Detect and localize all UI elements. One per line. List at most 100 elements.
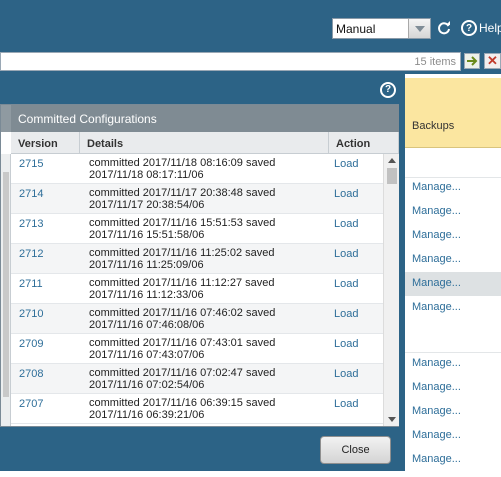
column-header-action[interactable]: Action [329, 132, 399, 154]
manage-link[interactable]: Manage... [412, 205, 461, 217]
manage-link[interactable]: Manage... [412, 301, 461, 313]
scroll-thumb[interactable] [387, 168, 397, 184]
column-header-version[interactable]: Version [11, 132, 80, 154]
divider [405, 177, 501, 178]
load-link[interactable]: Load [334, 398, 358, 410]
details-cell: committed 2017/11/18 08:16:09 saved 2017/… [89, 157, 275, 181]
details-line: committed 2017/11/16 06:39:15 saved [89, 397, 276, 409]
filter-input[interactable]: 15 items [0, 52, 461, 71]
vertical-scrollbar[interactable] [383, 154, 399, 426]
filter-bar: 15 items ✕ [0, 49, 501, 74]
clear-filter-button[interactable]: ✕ [484, 53, 501, 69]
manage-link[interactable]: Manage... [412, 429, 461, 441]
table-row[interactable]: 2712 committed 2017/11/16 11:25:02 saved 2… [11, 244, 383, 274]
version-link[interactable]: 2712 [19, 248, 43, 260]
version-link[interactable]: 2715 [19, 158, 43, 170]
details-line: committed 2017/11/16 11:12:27 saved [89, 277, 275, 289]
refresh-mode-value: Manual [336, 22, 376, 36]
help-icon: ? [461, 20, 477, 36]
table-row[interactable]: 2708 committed 2017/11/16 07:02:47 saved 2… [11, 364, 383, 394]
load-link[interactable]: Load [334, 368, 358, 380]
close-button[interactable]: Close [320, 436, 391, 464]
details-line: 2017/11/16 07:46:08/06 [89, 319, 205, 331]
version-link[interactable]: 2708 [19, 368, 43, 380]
load-link[interactable]: Load [334, 158, 358, 170]
details-line: committed 2017/11/16 15:51:53 saved [89, 217, 276, 229]
backups-column: Backups Manage... Manage... Manage... Ma… [405, 74, 501, 477]
table-row[interactable]: 2707 committed 2017/11/16 06:39:15 saved 2… [11, 394, 383, 424]
details-line: 2017/11/17 20:38:54/06 [89, 199, 205, 211]
details-line: 2017/11/18 08:17:11/06 [89, 169, 204, 181]
chevron-down-icon[interactable] [408, 19, 430, 38]
details-line: 2017/11/16 06:39:21/06 [89, 409, 205, 421]
panel-title: Committed Configurations [11, 105, 399, 132]
table-row[interactable]: 2709 committed 2017/11/16 07:43:01 saved 2… [11, 334, 383, 364]
manage-link[interactable]: Manage... [412, 253, 461, 265]
details-line: committed 2017/11/16 07:43:01 saved [89, 337, 276, 349]
version-link[interactable]: 2714 [19, 188, 43, 200]
committed-configurations-dialog: ? Committed Configurations Version Detai… [0, 74, 405, 471]
panel-left-header [1, 105, 11, 132]
manage-link[interactable]: Manage... [412, 229, 461, 241]
arrow-right-icon [467, 56, 478, 66]
details-cell: committed 2017/11/16 07:02:47 saved 2017/… [89, 367, 275, 391]
details-line: 2017/11/16 07:43:07/06 [89, 349, 205, 361]
details-cell: committed 2017/11/16 07:46:02 saved 2017/… [89, 307, 275, 331]
scroll-down-icon[interactable] [388, 417, 396, 422]
details-line: committed 2017/11/16 07:02:47 saved [89, 367, 276, 379]
details-cell: committed 2017/11/16 06:39:15 saved 2017/… [89, 397, 275, 421]
details-cell: committed 2017/11/17 20:38:48 saved 2017/… [89, 187, 275, 211]
help-icon[interactable]: ? [380, 82, 396, 98]
details-line: committed 2017/11/16 11:25:02 saved [89, 247, 275, 259]
details-cell: committed 2017/11/16 07:43:01 saved 2017/… [89, 337, 275, 361]
version-link[interactable]: 2707 [19, 398, 43, 410]
left-scroll-area [1, 154, 11, 426]
details-cell: committed 2017/11/16 11:25:02 saved 2017/… [89, 247, 275, 271]
details-cell: committed 2017/11/16 15:51:53 saved 2017/… [89, 217, 275, 241]
column-header-details[interactable]: Details [80, 132, 329, 154]
footer-strip [0, 471, 405, 477]
table-row[interactable]: 2715 committed 2017/11/18 08:16:09 saved 2… [11, 154, 383, 184]
load-link[interactable]: Load [334, 218, 358, 230]
version-link[interactable]: 2709 [19, 338, 43, 350]
configurations-panel: Committed Configurations Version Details… [0, 104, 399, 427]
details-line: 2017/11/16 11:25:09/06 [89, 259, 204, 271]
details-cell: committed 2017/11/16 11:12:27 saved 2017/… [89, 277, 275, 301]
load-link[interactable]: Load [334, 188, 358, 200]
divider [405, 352, 501, 353]
help-label: Help [479, 21, 501, 35]
manage-link[interactable]: Manage... [412, 277, 461, 289]
apply-filter-button[interactable] [464, 53, 480, 69]
details-line: 2017/11/16 07:02:54/06 [89, 379, 205, 391]
manage-link[interactable]: Manage... [412, 453, 461, 465]
table-row[interactable]: 2713 committed 2017/11/16 15:51:53 saved 2… [11, 214, 383, 244]
refresh-icon[interactable] [437, 21, 451, 35]
details-line: committed 2017/11/18 08:16:09 saved [89, 157, 276, 169]
load-link[interactable]: Load [334, 278, 358, 290]
manage-link[interactable]: Manage... [412, 357, 461, 369]
details-line: committed 2017/11/16 07:46:02 saved [89, 307, 276, 319]
manage-link[interactable]: Manage... [412, 405, 461, 417]
scroll-up-icon[interactable] [388, 158, 396, 163]
table-row[interactable]: 2714 committed 2017/11/17 20:38:48 saved 2… [11, 184, 383, 214]
load-link[interactable]: Load [334, 248, 358, 260]
details-line: committed 2017/11/17 20:38:48 saved [89, 187, 276, 199]
load-link[interactable]: Load [334, 308, 358, 320]
table-row[interactable]: 2711 committed 2017/11/16 11:12:27 saved 2… [11, 274, 383, 304]
refresh-mode-select[interactable]: Manual [332, 18, 431, 39]
version-link[interactable]: 2710 [19, 308, 43, 320]
version-link[interactable]: 2711 [19, 278, 43, 290]
help-link[interactable]: ? Help [461, 20, 501, 36]
top-toolbar: Manual ? Help [0, 0, 501, 49]
close-icon: ✕ [487, 53, 498, 68]
version-link[interactable]: 2713 [19, 218, 43, 230]
details-line: 2017/11/16 11:12:33/06 [89, 289, 204, 301]
load-link[interactable]: Load [334, 338, 358, 350]
item-count: 15 items [414, 56, 456, 68]
details-line: 2017/11/16 15:51:58/06 [89, 229, 205, 241]
scroll-thumb[interactable] [3, 172, 9, 397]
manage-link[interactable]: Manage... [412, 381, 461, 393]
backups-header: Backups [405, 78, 501, 148]
table-row[interactable]: 2710 committed 2017/11/16 07:46:02 saved 2… [11, 304, 383, 334]
manage-link[interactable]: Manage... [412, 181, 461, 193]
